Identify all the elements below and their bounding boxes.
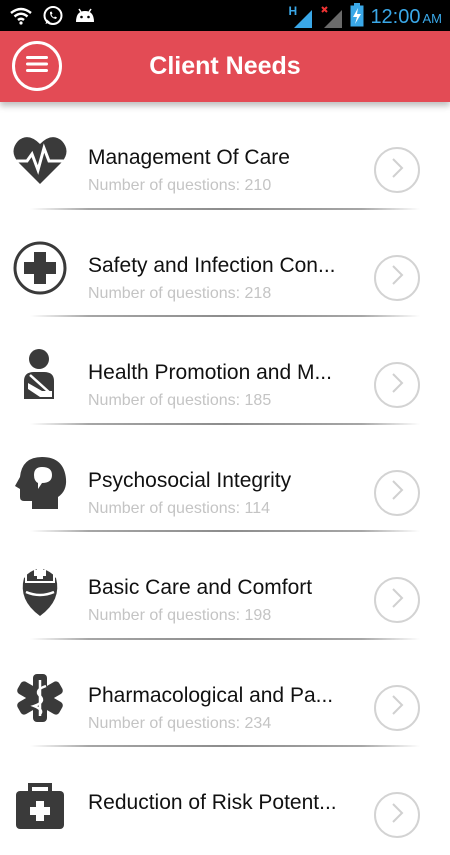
heart-pulse-icon [12, 132, 68, 188]
chevron-right-icon [387, 586, 407, 615]
category-row-psychosocial-integrity[interactable]: Psychosocial Integrity Number of questio… [0, 425, 450, 532]
category-title: Pharmacological and Pa... [88, 683, 334, 707]
open-category-button[interactable] [374, 362, 420, 408]
open-category-button[interactable] [374, 147, 420, 193]
medical-kit-icon [12, 777, 68, 833]
open-category-button[interactable] [374, 469, 420, 516]
category-row-safety-infection-control[interactable]: Safety and Infection Con... Number of qu… [0, 210, 450, 317]
category-title: Basic Care and Comfort [88, 576, 313, 599]
category-title: Safety and Infection Con... [88, 253, 336, 277]
chevron-right-icon [387, 263, 407, 292]
signal-x-icon [320, 5, 344, 30]
category-row-basic-care-comfort[interactable]: Basic Care and Comfort Number of questio… [0, 532, 450, 640]
category-title: Management Of Care [88, 146, 290, 169]
chevron-right-icon [387, 478, 407, 507]
category-title: Health Promotion and M... [88, 361, 332, 384]
category-title: Reduction of Risk Potent... [88, 791, 337, 814]
chevron-right-icon [387, 801, 407, 830]
question-count: Number of questions: 185 [88, 392, 272, 409]
category-title: Psychosocial Integrity [88, 468, 292, 492]
category-row-management-of-care[interactable]: Management Of Care Number of questions: … [0, 102, 450, 210]
person-sling-icon [12, 347, 68, 403]
android-icon [74, 8, 96, 29]
hamburger-menu-icon [26, 55, 48, 78]
whatsapp-icon [42, 5, 64, 32]
chevron-right-icon [387, 693, 407, 722]
battery-charging-icon [350, 3, 364, 32]
head-mind-icon [12, 455, 68, 511]
wifi-icon [10, 7, 32, 30]
category-row-reduction-of-risk[interactable]: Reduction of Risk Potent... [0, 747, 450, 855]
clock: 12:00 AM [370, 6, 442, 28]
category-list: Management Of Care Number of questions: … [0, 102, 450, 855]
open-category-button[interactable] [374, 792, 420, 838]
question-count: Number of questions: 114 [88, 499, 271, 517]
open-category-button[interactable] [374, 254, 420, 301]
chevron-right-icon [387, 371, 407, 400]
menu-button[interactable] [12, 41, 62, 91]
question-count: Number of questions: 198 [88, 607, 272, 624]
pharmacy-caduceus-icon [12, 670, 68, 726]
signal-h-icon: H [288, 4, 314, 30]
category-row-pharmacological[interactable]: Pharmacological and Pa... Number of ques… [0, 640, 450, 747]
medical-cross-icon [12, 240, 68, 296]
status-bar: H 12:00 AM [0, 0, 450, 31]
category-row-health-promotion[interactable]: Health Promotion and M... Number of ques… [0, 317, 450, 425]
open-category-button[interactable] [374, 684, 420, 731]
question-count: Number of questions: 210 [88, 177, 272, 194]
question-count: Number of questions: 234 [88, 714, 272, 732]
nurse-cap-shield-icon [12, 562, 68, 618]
question-count: Number of questions: 218 [88, 284, 272, 302]
page-title: Client Needs [149, 52, 301, 80]
open-category-button[interactable] [374, 577, 420, 623]
chevron-right-icon [387, 156, 407, 185]
app-header: Client Needs [0, 31, 450, 102]
